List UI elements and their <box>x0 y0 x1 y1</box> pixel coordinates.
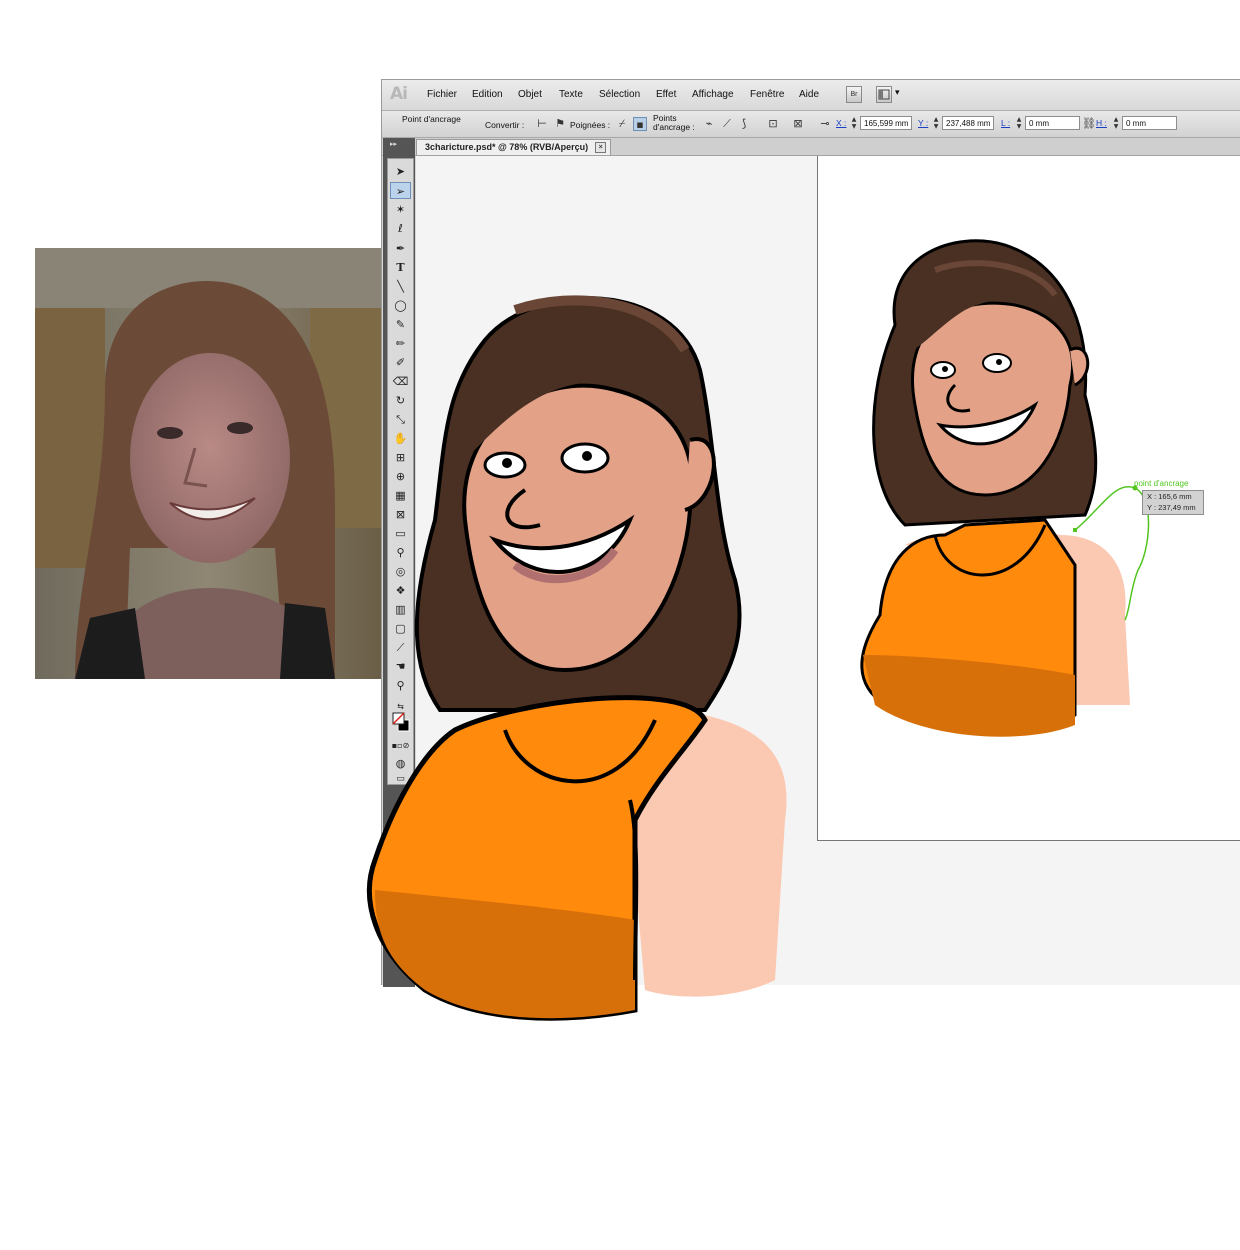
cut-path-icon[interactable]: ⟆ <box>737 117 751 131</box>
anchor-points-label-2: d'ancrage : <box>653 122 695 132</box>
handles-show-icon[interactable]: ⌿ <box>615 117 629 131</box>
reference-photo <box>35 248 381 679</box>
lasso-tool-icon[interactable]: ℓ <box>390 220 411 237</box>
direct-selection-tool-icon[interactable]: ➢ <box>390 182 411 199</box>
document-tab-title: 3charicture.psd* @ 78% (RVB/Aperçu) <box>425 142 589 152</box>
selection-tool-icon[interactable]: ➤ <box>390 163 411 180</box>
workspace-dropdown-arrow[interactable]: ▾ <box>895 87 900 98</box>
tooltip-x: X : 165,6 mm <box>1147 492 1192 501</box>
height-spinner-icon[interactable]: ▲ ▼ <box>1112 116 1120 130</box>
y-label: Y : <box>918 118 929 128</box>
width-spinner-icon[interactable]: ▲ ▼ <box>1015 116 1023 130</box>
menu-selection[interactable]: Sélection <box>599 89 640 100</box>
bridge-button[interactable]: Br <box>846 86 862 103</box>
height-label: H : <box>1096 118 1107 128</box>
y-spinner-icon[interactable]: ▲ ▼ <box>932 116 940 130</box>
menu-effet[interactable]: Effet <box>656 89 676 100</box>
reference-photo-image <box>35 248 381 679</box>
reference-point-icon[interactable]: ⊸ <box>818 117 832 131</box>
document-tab-bar: 3charicture.psd* @ 78% (RVB/Aperçu) × <box>382 138 1240 156</box>
control-bar: Point d'ancrage Convertir : ⊢ ⚑ Poignées… <box>382 111 1240 138</box>
x-field[interactable]: 165,599 mm <box>860 116 912 130</box>
menu-bar: Ai Fichier Edition Objet Texte Sélection… <box>382 80 1240 111</box>
menu-fichier[interactable]: Fichier <box>427 89 457 100</box>
handles-hide-icon[interactable]: ▪ <box>633 117 647 131</box>
menu-affichage[interactable]: Affichage <box>692 89 734 100</box>
width-label: L : <box>1001 118 1011 128</box>
menu-texte[interactable]: Texte <box>559 89 583 100</box>
type-tool-icon[interactable]: T <box>390 259 411 276</box>
workspace-layout-icon[interactable] <box>876 86 892 103</box>
isolate-icon[interactable]: ⊠ <box>791 117 805 131</box>
convert-smooth-icon[interactable]: ⚑ <box>553 117 567 131</box>
y-field[interactable]: 237,488 mm <box>942 116 994 130</box>
close-tab-icon[interactable]: × <box>595 142 607 153</box>
align-icon[interactable]: ⊡ <box>766 117 780 131</box>
connect-anchor-icon[interactable]: ⟋ <box>720 117 734 131</box>
link-proportions-icon[interactable]: ⛓ <box>1082 117 1096 131</box>
anchor-tooltip: X : 165,6 mm Y : 237,49 mm <box>1142 490 1204 515</box>
panel-collapse-icon[interactable]: ▸▸ <box>390 140 397 148</box>
width-field[interactable]: 0 mm <box>1025 116 1080 130</box>
remove-anchor-icon[interactable]: ⌁ <box>702 117 716 131</box>
convert-corner-icon[interactable]: ⊢ <box>535 117 549 131</box>
menu-fenetre[interactable]: Fenêtre <box>750 89 784 100</box>
menu-edition[interactable]: Edition <box>472 89 503 100</box>
menu-aide[interactable]: Aide <box>799 89 819 100</box>
convert-label: Convertir : <box>485 120 525 130</box>
menu-objet[interactable]: Objet <box>518 89 542 100</box>
magic-wand-tool-icon[interactable]: ✶ <box>390 201 411 218</box>
tool-name-label: Point d'ancrage <box>402 114 461 124</box>
handles-label: Poignées : <box>570 120 611 130</box>
x-label: X : <box>836 118 847 128</box>
document-tab[interactable]: 3charicture.psd* @ 78% (RVB/Aperçu) × <box>416 139 612 155</box>
tooltip-y: Y : 237,49 mm <box>1147 503 1196 512</box>
height-field[interactable]: 0 mm <box>1122 116 1177 130</box>
x-spinner-icon[interactable]: ▲ ▼ <box>850 116 858 130</box>
anchor-tooltip-title: point d'ancrage <box>1134 479 1189 488</box>
app-logo: Ai <box>390 84 408 104</box>
pen-tool-icon[interactable]: ✒ <box>390 240 411 257</box>
large-caricature <box>366 295 787 1021</box>
